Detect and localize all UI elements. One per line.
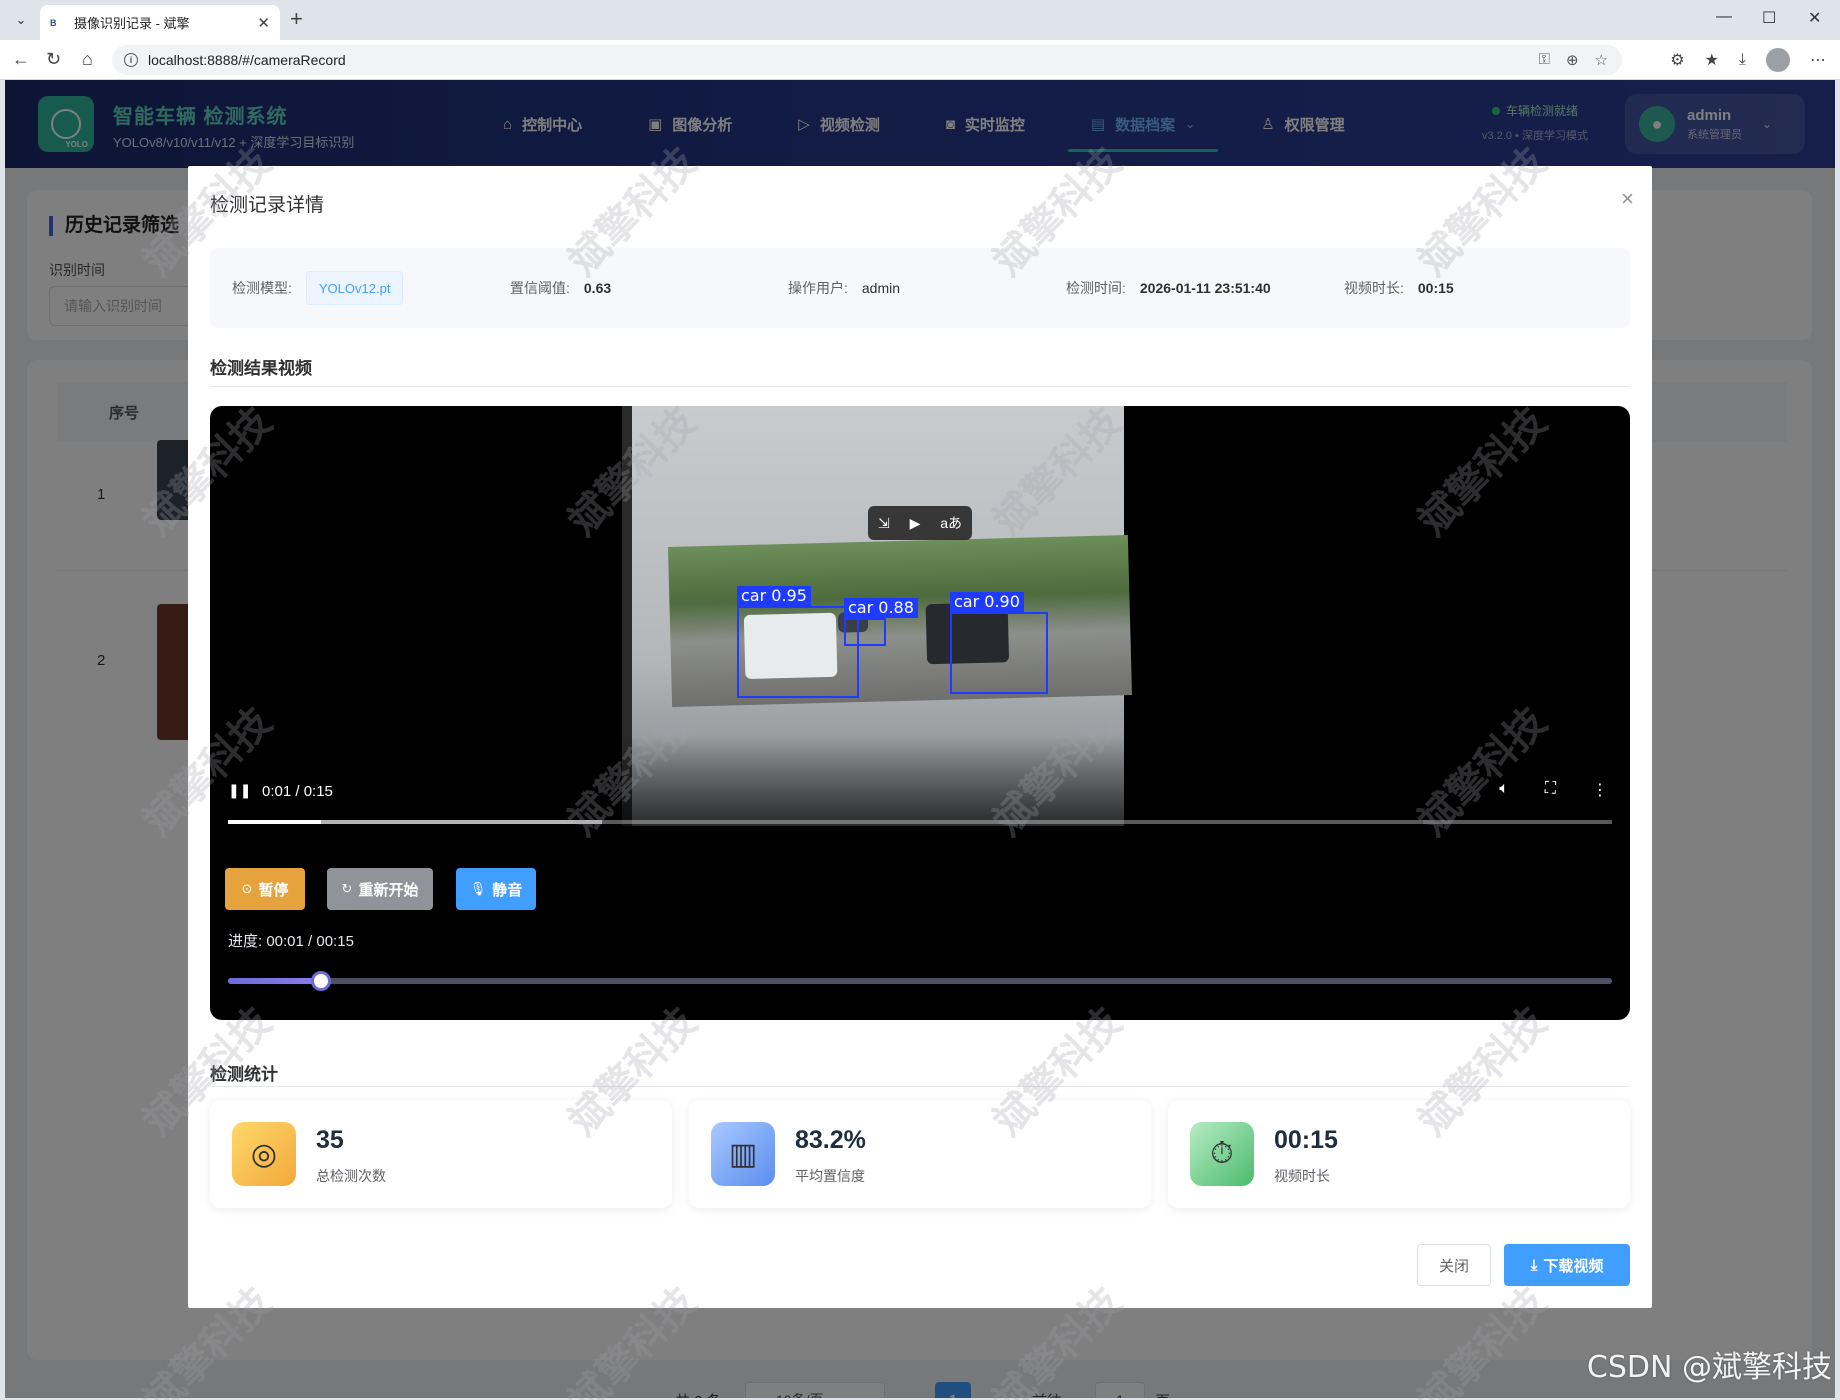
translate-icon[interactable]: aあ <box>940 513 962 533</box>
tab-title: 摄像识别记录 - 斌擎 <box>74 16 190 31</box>
info-label: 操作用户: <box>788 280 848 296</box>
tab-favicon-icon: B <box>50 17 57 28</box>
key-icon[interactable]: ⚿ <box>1539 51 1550 69</box>
url-text: localhost:8888/#/cameraRecord <box>148 52 346 68</box>
refresh-icon: ↻ <box>341 881 353 896</box>
record-detail-dialog: 检测记录详情 × 检测模型: YOLOv12.pt 置信阈值: 0.63 操作用… <box>188 166 1652 1308</box>
target-icon: ◎ <box>232 1122 296 1186</box>
stat-label: 总检测次数 <box>316 1168 386 1184</box>
more-icon[interactable]: ⋯ <box>1810 50 1826 70</box>
section-divider <box>210 386 1630 387</box>
info-confidence: 置信阈值: 0.63 <box>510 248 611 328</box>
video-screen[interactable]: car 0.95 car 0.88 car 0.90 ⇲ ▶ aあ ❚❚ 0:0… <box>210 406 1630 836</box>
new-tab-icon[interactable]: + <box>290 8 303 30</box>
info-time: 检测时间: 2026-01-11 23:51:40 <box>1066 248 1271 328</box>
detection-box: car 0.90 <box>950 592 1048 694</box>
progress-text: 进度: 00:01 / 00:15 <box>228 933 354 950</box>
stopwatch-icon: ⏱︎ <box>1190 1122 1254 1186</box>
home-icon[interactable]: ⌂ <box>82 49 93 70</box>
bar-chart-icon: ▥ <box>711 1122 775 1186</box>
csdn-watermark: CSDN @斌擎科技 <box>1586 1350 1832 1385</box>
address-bar[interactable]: i localhost:8888/#/cameraRecord ⚿ ⊕ ☆ <box>112 45 1622 75</box>
info-value: 2026-01-11 23:51:40 <box>1139 280 1271 296</box>
stat-card-total: ◎ 35 总检测次数 <box>210 1100 672 1208</box>
button-label: 暂停 <box>258 881 289 899</box>
dialog-title: 检测记录详情 <box>210 195 325 216</box>
video-overlay-toolbar: ⇲ ▶ aあ <box>868 506 972 540</box>
zoom-icon[interactable]: ⊕ <box>1566 51 1579 69</box>
maximize-icon[interactable]: ☐ <box>1762 8 1776 28</box>
more-options-icon[interactable]: ⋮ <box>1592 780 1608 800</box>
visual-search-icon[interactable]: ▶ <box>910 515 921 532</box>
stat-value: 35 <box>316 1126 344 1154</box>
stat-label: 视频时长 <box>1274 1168 1330 1184</box>
window-close-icon[interactable]: ✕ <box>1808 8 1821 28</box>
site-info-icon[interactable]: i <box>124 53 138 67</box>
tab-close-icon[interactable]: ✕ <box>257 14 270 32</box>
microphone-icon: 🎙︎ <box>469 881 487 896</box>
native-time-display: 0:01 / 0:15 <box>262 783 333 800</box>
browser-tab-strip: ⌄ B 摄像识别记录 - 斌擎 ✕ + — ☐ ✕ <box>0 0 1840 40</box>
stat-label: 平均置信度 <box>795 1168 865 1184</box>
download-icon[interactable]: ⤓ <box>1739 51 1746 69</box>
restart-button[interactable]: ↻ 重新开始 <box>327 868 433 910</box>
info-value: 0.63 <box>583 280 612 296</box>
detection-label: car 0.90 <box>950 592 1024 612</box>
slider-fill <box>228 978 321 984</box>
close-icon[interactable]: × <box>1621 186 1634 212</box>
info-value: 00:15 <box>1417 280 1454 296</box>
download-video-button[interactable]: ⤓ 下载视频 <box>1504 1244 1630 1286</box>
star-icon[interactable]: ☆ <box>1595 51 1608 69</box>
browser-tab[interactable]: B 摄像识别记录 - 斌擎 ✕ <box>40 5 280 40</box>
video-section-title: 检测结果视频 <box>210 359 312 378</box>
close-button[interactable]: 关闭 <box>1417 1244 1491 1286</box>
extensions-icon[interactable]: ⚙ <box>1670 50 1684 70</box>
native-played <box>228 820 321 824</box>
model-tag: YOLOv12.pt <box>305 271 404 305</box>
pause-button[interactable]: ⊙ 暂停 <box>225 868 305 910</box>
info-label: 置信阈值: <box>510 280 570 296</box>
slider-thumb[interactable] <box>310 971 331 991</box>
detection-label: car 0.95 <box>737 586 811 606</box>
stat-value: 00:15 <box>1274 1126 1338 1154</box>
pause-circle-icon: ⊙ <box>241 881 253 896</box>
info-value: admin <box>861 280 901 296</box>
back-icon[interactable]: ← <box>12 49 30 70</box>
pause-icon[interactable]: ❚❚ <box>228 782 251 799</box>
mute-button[interactable]: 🎙︎ 静音 <box>456 868 536 910</box>
record-info-bar: 检测模型: YOLOv12.pt 置信阈值: 0.63 操作用户: admin … <box>210 248 1630 328</box>
progress-slider[interactable] <box>228 971 1612 991</box>
native-seek-bar[interactable] <box>228 820 1612 824</box>
stat-card-confidence: ▥ 83.2% 平均置信度 <box>689 1100 1151 1208</box>
volume-icon[interactable]: 🔈︎ <box>1499 780 1509 800</box>
detection-box: car 0.88 <box>844 598 918 646</box>
tab-list-button[interactable]: ⌄ <box>8 8 34 32</box>
detection-box: car 0.95 <box>737 586 859 698</box>
info-label: 视频时长: <box>1344 280 1404 296</box>
detection-label: car 0.88 <box>844 598 918 618</box>
button-label: 下载视频 <box>1543 1257 1604 1275</box>
info-model: 检测模型: YOLOv12.pt <box>232 248 404 328</box>
profile-avatar[interactable] <box>1766 48 1790 72</box>
minimize-icon[interactable]: — <box>1716 8 1732 26</box>
favorites-icon[interactable]: ★ <box>1705 50 1719 70</box>
info-user: 操作用户: admin <box>788 248 900 328</box>
reload-icon[interactable]: ↻ <box>46 49 61 70</box>
browser-toolbar: ← ↻ ⌂ i localhost:8888/#/cameraRecord ⚿ … <box>0 40 1840 80</box>
button-label: 静音 <box>492 881 523 899</box>
stat-value: 83.2% <box>795 1126 866 1154</box>
stats-section-title: 检测统计 <box>210 1065 278 1084</box>
fullscreen-icon[interactable]: ⛶ <box>1545 780 1556 800</box>
download-icon: ⤓ <box>1530 1256 1538 1274</box>
info-label: 检测时间: <box>1066 280 1126 296</box>
info-label: 检测模型: <box>232 280 292 296</box>
section-divider <box>210 1086 1630 1087</box>
pip-icon[interactable]: ⇲ <box>878 515 890 532</box>
stat-card-duration: ⏱︎ 00:15 视频时长 <box>1168 1100 1630 1208</box>
info-duration: 视频时长: 00:15 <box>1344 248 1454 328</box>
video-player: car 0.95 car 0.88 car 0.90 ⇲ ▶ aあ ❚❚ 0:0… <box>210 406 1630 1020</box>
button-label: 重新开始 <box>358 881 419 899</box>
